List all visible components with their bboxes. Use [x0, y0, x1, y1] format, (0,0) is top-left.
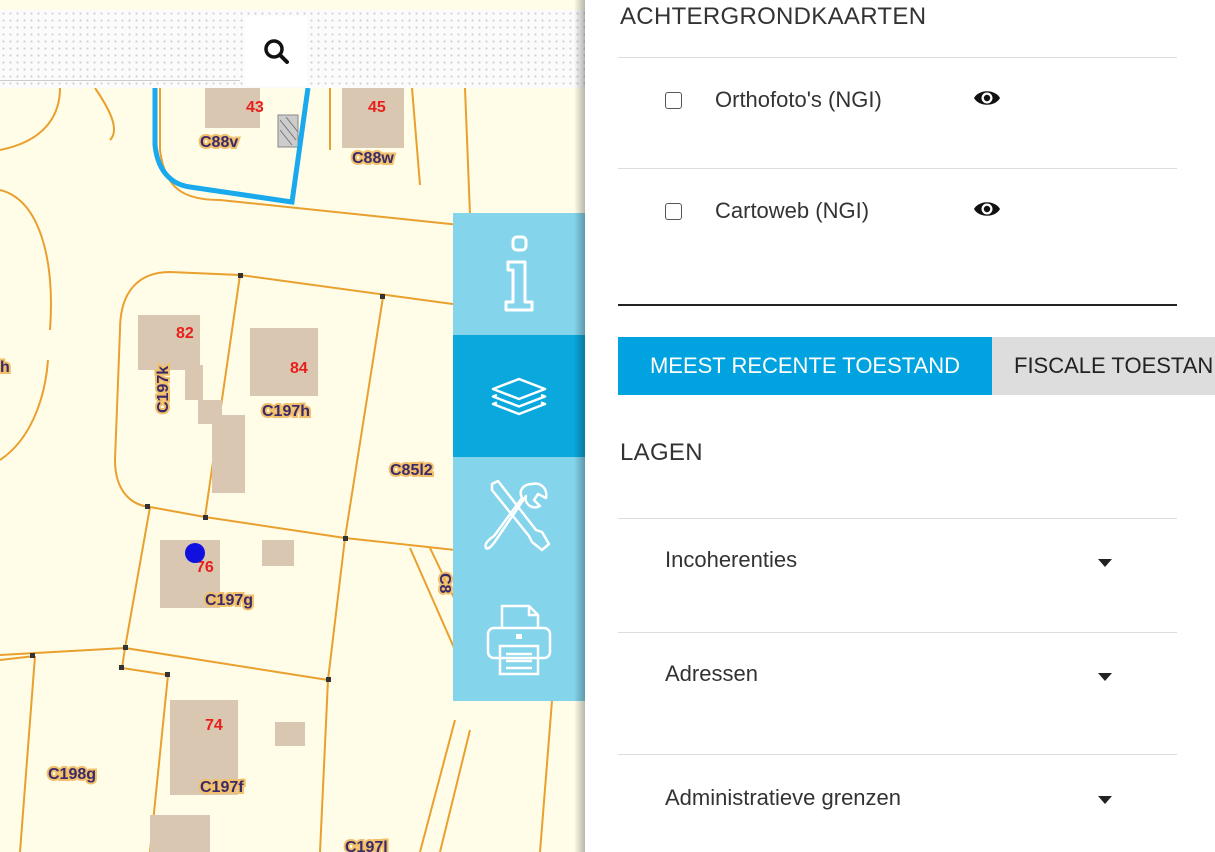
layers-icon — [491, 377, 547, 416]
accordion-administratieve-grenzen[interactable]: Administratieve grenzen — [665, 785, 901, 811]
orthofoto-checkbox[interactable] — [665, 91, 682, 109]
layer-row-orthofoto[interactable]: Orthofoto's (NGI) — [665, 85, 1000, 115]
map-toolbar — [453, 213, 585, 701]
info-button[interactable] — [453, 213, 585, 335]
print-button[interactable] — [453, 579, 585, 701]
divider — [618, 168, 1177, 169]
printer-icon — [486, 604, 552, 676]
accordion-adressen[interactable]: Adressen — [665, 661, 758, 687]
layer-row-cartoweb[interactable]: Cartoweb (NGI) — [665, 196, 1000, 226]
section-divider — [618, 304, 1177, 306]
accordion-incoherenties[interactable]: Incoherenties — [665, 547, 797, 573]
tab-meest-recente-toestand[interactable]: MEEST RECENTE TOESTAND — [618, 337, 992, 395]
cartoweb-checkbox[interactable] — [665, 202, 682, 220]
parcel-label: 43 — [246, 99, 264, 116]
caret-down-icon[interactable] — [1098, 796, 1112, 804]
map-view[interactable]: 43 45 82 84 76 74 C88v C88w C197h C85l2 … — [0, 0, 585, 852]
parcel-label: 74 — [205, 717, 223, 734]
tab-fiscale-toestand[interactable]: FISCALE TOESTAND — [992, 337, 1215, 395]
parcel-label: C197h — [262, 403, 310, 420]
search-button[interactable] — [245, 16, 307, 86]
parcel-label: C197f — [200, 779, 244, 796]
search-input-underline — [0, 80, 240, 81]
caret-down-icon[interactable] — [1098, 559, 1112, 567]
divider — [618, 632, 1177, 633]
location-marker — [185, 543, 205, 563]
parcel-label: C85l2 — [390, 462, 433, 479]
parcel-label: C197l — [345, 839, 388, 852]
layers-panel: ACHTERGRONDKAARTEN Orthofoto's (NGI) Car… — [585, 0, 1215, 852]
parcel-label: 45 — [368, 99, 386, 116]
tools-icon — [484, 479, 551, 552]
cartoweb-label: Cartoweb (NGI) — [715, 198, 870, 223]
divider — [618, 754, 1177, 755]
parcel-label: 82 — [176, 325, 194, 342]
parcel-label: C8 — [436, 573, 453, 594]
state-tabs: MEEST RECENTE TOESTAND FISCALE TOESTAND — [618, 337, 1215, 395]
eye-icon[interactable] — [973, 198, 1001, 220]
tools-button[interactable] — [453, 457, 585, 579]
orthofoto-label: Orthofoto's (NGI) — [715, 87, 882, 112]
parcel-label: C197g — [205, 592, 253, 609]
parcel-label: C88v — [200, 134, 238, 151]
background-maps-title: ACHTERGRONDKAARTEN — [620, 3, 927, 30]
search-icon — [264, 39, 289, 64]
parcel-label: C88w — [352, 150, 394, 167]
parcel-label: h — [0, 359, 10, 376]
divider — [618, 518, 1177, 519]
parcel-label: C198g — [48, 766, 96, 783]
parcel-label: 84 — [290, 360, 308, 377]
parcel-label: C197k — [155, 366, 172, 413]
layers-title: LAGEN — [620, 439, 703, 466]
caret-down-icon[interactable] — [1098, 673, 1112, 681]
layers-button[interactable] — [453, 335, 585, 457]
divider — [618, 57, 1177, 58]
info-icon — [504, 235, 534, 312]
eye-icon[interactable] — [973, 87, 1001, 109]
panel-shadow — [574, 0, 585, 852]
